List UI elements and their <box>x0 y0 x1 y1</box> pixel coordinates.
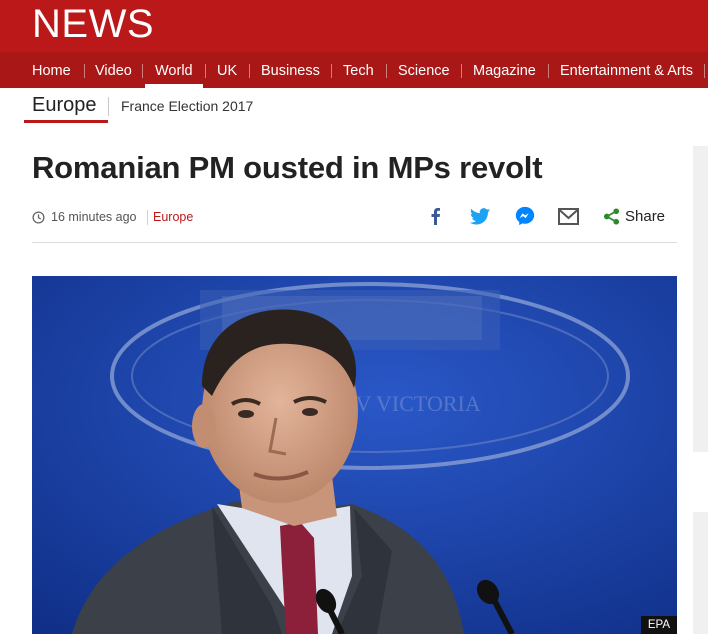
meta-divider <box>147 210 148 225</box>
nav-divider <box>331 64 332 78</box>
nav-divider <box>84 64 85 78</box>
article-timestamp: 16 minutes ago <box>51 210 137 224</box>
hero-photo: LV VICTORIA <box>32 276 677 634</box>
nav-item-tech[interactable]: Tech <box>343 52 374 88</box>
twitter-icon[interactable] <box>469 205 491 227</box>
sidebar-panel <box>693 146 708 452</box>
article-hero-image: LV VICTORIA EPA <box>32 276 677 634</box>
clock-icon <box>32 211 45 224</box>
messenger-icon[interactable] <box>514 205 536 227</box>
subnav-divider <box>108 97 109 116</box>
nav-item-uk[interactable]: UK <box>217 52 237 88</box>
nav-divider <box>704 64 705 78</box>
nav-item-video[interactable]: Video <box>95 52 132 88</box>
sidebar-panel <box>693 512 708 634</box>
share-label[interactable]: Share <box>625 208 665 225</box>
nav-item-home[interactable]: Home <box>32 52 71 88</box>
subnav-active-underline <box>24 120 108 123</box>
nav-item-magazine[interactable]: Magazine <box>473 52 536 88</box>
svg-text:LV VICTORIA: LV VICTORIA <box>344 391 481 416</box>
article-headline: Romanian PM ousted in MPs revolt <box>32 150 543 185</box>
nav-item-science[interactable]: Science <box>398 52 450 88</box>
nav-divider <box>461 64 462 78</box>
nav-divider <box>548 64 549 78</box>
nav-item-entertainment-arts[interactable]: Entertainment & Arts <box>560 52 693 88</box>
share-icon[interactable] <box>602 205 620 227</box>
nav-item-business[interactable]: Business <box>261 52 320 88</box>
nav-item-world[interactable]: World <box>145 52 203 88</box>
subnav-current-europe[interactable]: Europe <box>32 94 97 117</box>
subnav-link-france-election[interactable]: France Election 2017 <box>121 98 253 114</box>
facebook-icon[interactable] <box>426 205 444 227</box>
email-icon[interactable] <box>557 205 579 227</box>
main-navigation: Home Video World UK Business Tech Scienc… <box>0 52 708 88</box>
news-logo[interactable]: NEWS <box>32 4 154 44</box>
nav-divider <box>142 64 143 78</box>
nav-divider <box>205 64 206 78</box>
article-section-link[interactable]: Europe <box>153 210 193 224</box>
meta-divider-rule <box>32 242 677 243</box>
nav-divider <box>386 64 387 78</box>
masthead: NEWS <box>0 0 708 52</box>
nav-divider <box>249 64 250 78</box>
image-credit: EPA <box>640 616 677 634</box>
